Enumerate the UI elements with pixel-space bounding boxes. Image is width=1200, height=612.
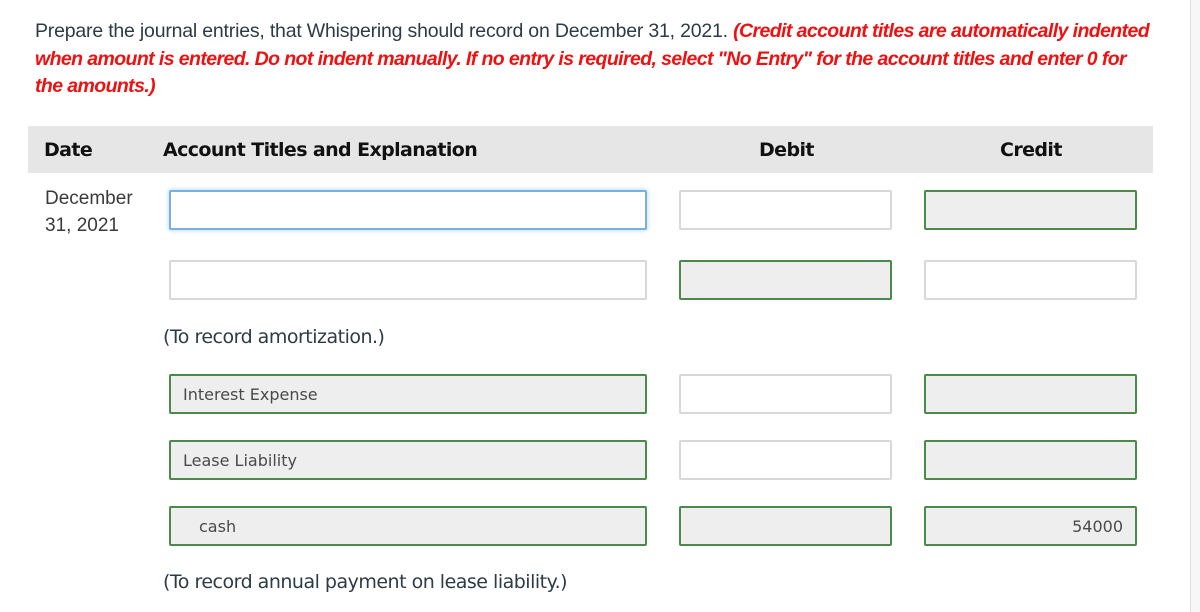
- credit-input[interactable]: [924, 440, 1137, 480]
- debit-input[interactable]: [679, 506, 892, 546]
- account-title-input[interactable]: cash: [169, 506, 647, 546]
- account-title-input[interactable]: [169, 260, 647, 300]
- credit-input[interactable]: [924, 260, 1137, 300]
- credit-input[interactable]: 54000: [924, 506, 1137, 546]
- account-title-input[interactable]: Lease Liability: [169, 440, 647, 480]
- entry-date: December 31, 2021: [45, 185, 133, 239]
- question-prompt: Prepare the journal entries, that Whispe…: [35, 18, 1155, 101]
- header-account-titles: Account Titles and Explanation: [163, 139, 478, 161]
- header-debit: Debit: [759, 139, 814, 161]
- debit-input[interactable]: [679, 374, 892, 414]
- entry-explanation: (To record annual payment on lease liabi…: [163, 571, 568, 593]
- journal-table-header: Date Account Titles and Explanation Debi…: [28, 126, 1153, 173]
- account-title-input[interactable]: [169, 190, 647, 230]
- credit-input[interactable]: [924, 190, 1137, 230]
- vertical-scrollbar[interactable]: [1190, 0, 1200, 612]
- entry-explanation: (To record amortization.): [163, 326, 385, 348]
- entry-date-line2: 31, 2021: [45, 215, 119, 236]
- credit-input[interactable]: [924, 374, 1137, 414]
- debit-input[interactable]: [679, 440, 892, 480]
- header-credit: Credit: [1000, 139, 1062, 161]
- prompt-text: Prepare the journal entries, that Whispe…: [35, 20, 728, 42]
- debit-input[interactable]: [679, 190, 892, 230]
- account-title-input[interactable]: Interest Expense: [169, 374, 647, 414]
- entry-date-line1: December: [45, 188, 133, 209]
- header-date: Date: [44, 139, 93, 161]
- debit-input[interactable]: [679, 260, 892, 300]
